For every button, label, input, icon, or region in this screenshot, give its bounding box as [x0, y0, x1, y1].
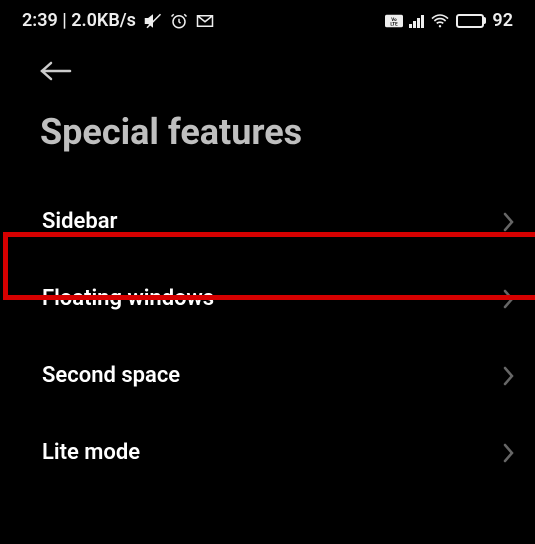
list-item-label: Lite mode	[42, 440, 140, 465]
chevron-right-icon	[503, 212, 515, 232]
wifi-icon	[430, 13, 450, 29]
list-item-label: Second space	[42, 363, 180, 388]
alarm-icon	[170, 12, 188, 30]
status-time: 2:39 | 2.0KB/s	[22, 10, 136, 31]
settings-list: Sidebar Floating windows Second space Li…	[0, 183, 535, 491]
svg-text:LTE: LTE	[391, 21, 399, 27]
back-row	[0, 39, 535, 97]
page-title: Special features	[0, 97, 535, 183]
status-left: 2:39 | 2.0KB/s	[22, 10, 214, 31]
list-item-second-space[interactable]: Second space	[0, 337, 535, 414]
list-item-sidebar[interactable]: Sidebar	[0, 183, 535, 260]
list-item-lite-mode[interactable]: Lite mode	[0, 414, 535, 491]
volte-icon: Vo LTE	[385, 14, 403, 28]
status-right: Vo LTE 92	[385, 10, 513, 31]
list-item-label: Floating windows	[42, 286, 214, 311]
battery-icon	[456, 14, 486, 28]
battery-percent: 92	[492, 10, 513, 31]
chevron-right-icon	[503, 289, 515, 309]
gmail-icon	[196, 14, 214, 28]
list-item-label: Sidebar	[42, 209, 117, 234]
mute-icon	[144, 12, 162, 30]
chevron-right-icon	[503, 443, 515, 463]
signal-icon	[409, 14, 424, 28]
back-button[interactable]	[38, 59, 72, 83]
chevron-right-icon	[503, 366, 515, 386]
list-item-floating-windows[interactable]: Floating windows	[0, 260, 535, 337]
status-bar: 2:39 | 2.0KB/s Vo	[0, 0, 535, 39]
